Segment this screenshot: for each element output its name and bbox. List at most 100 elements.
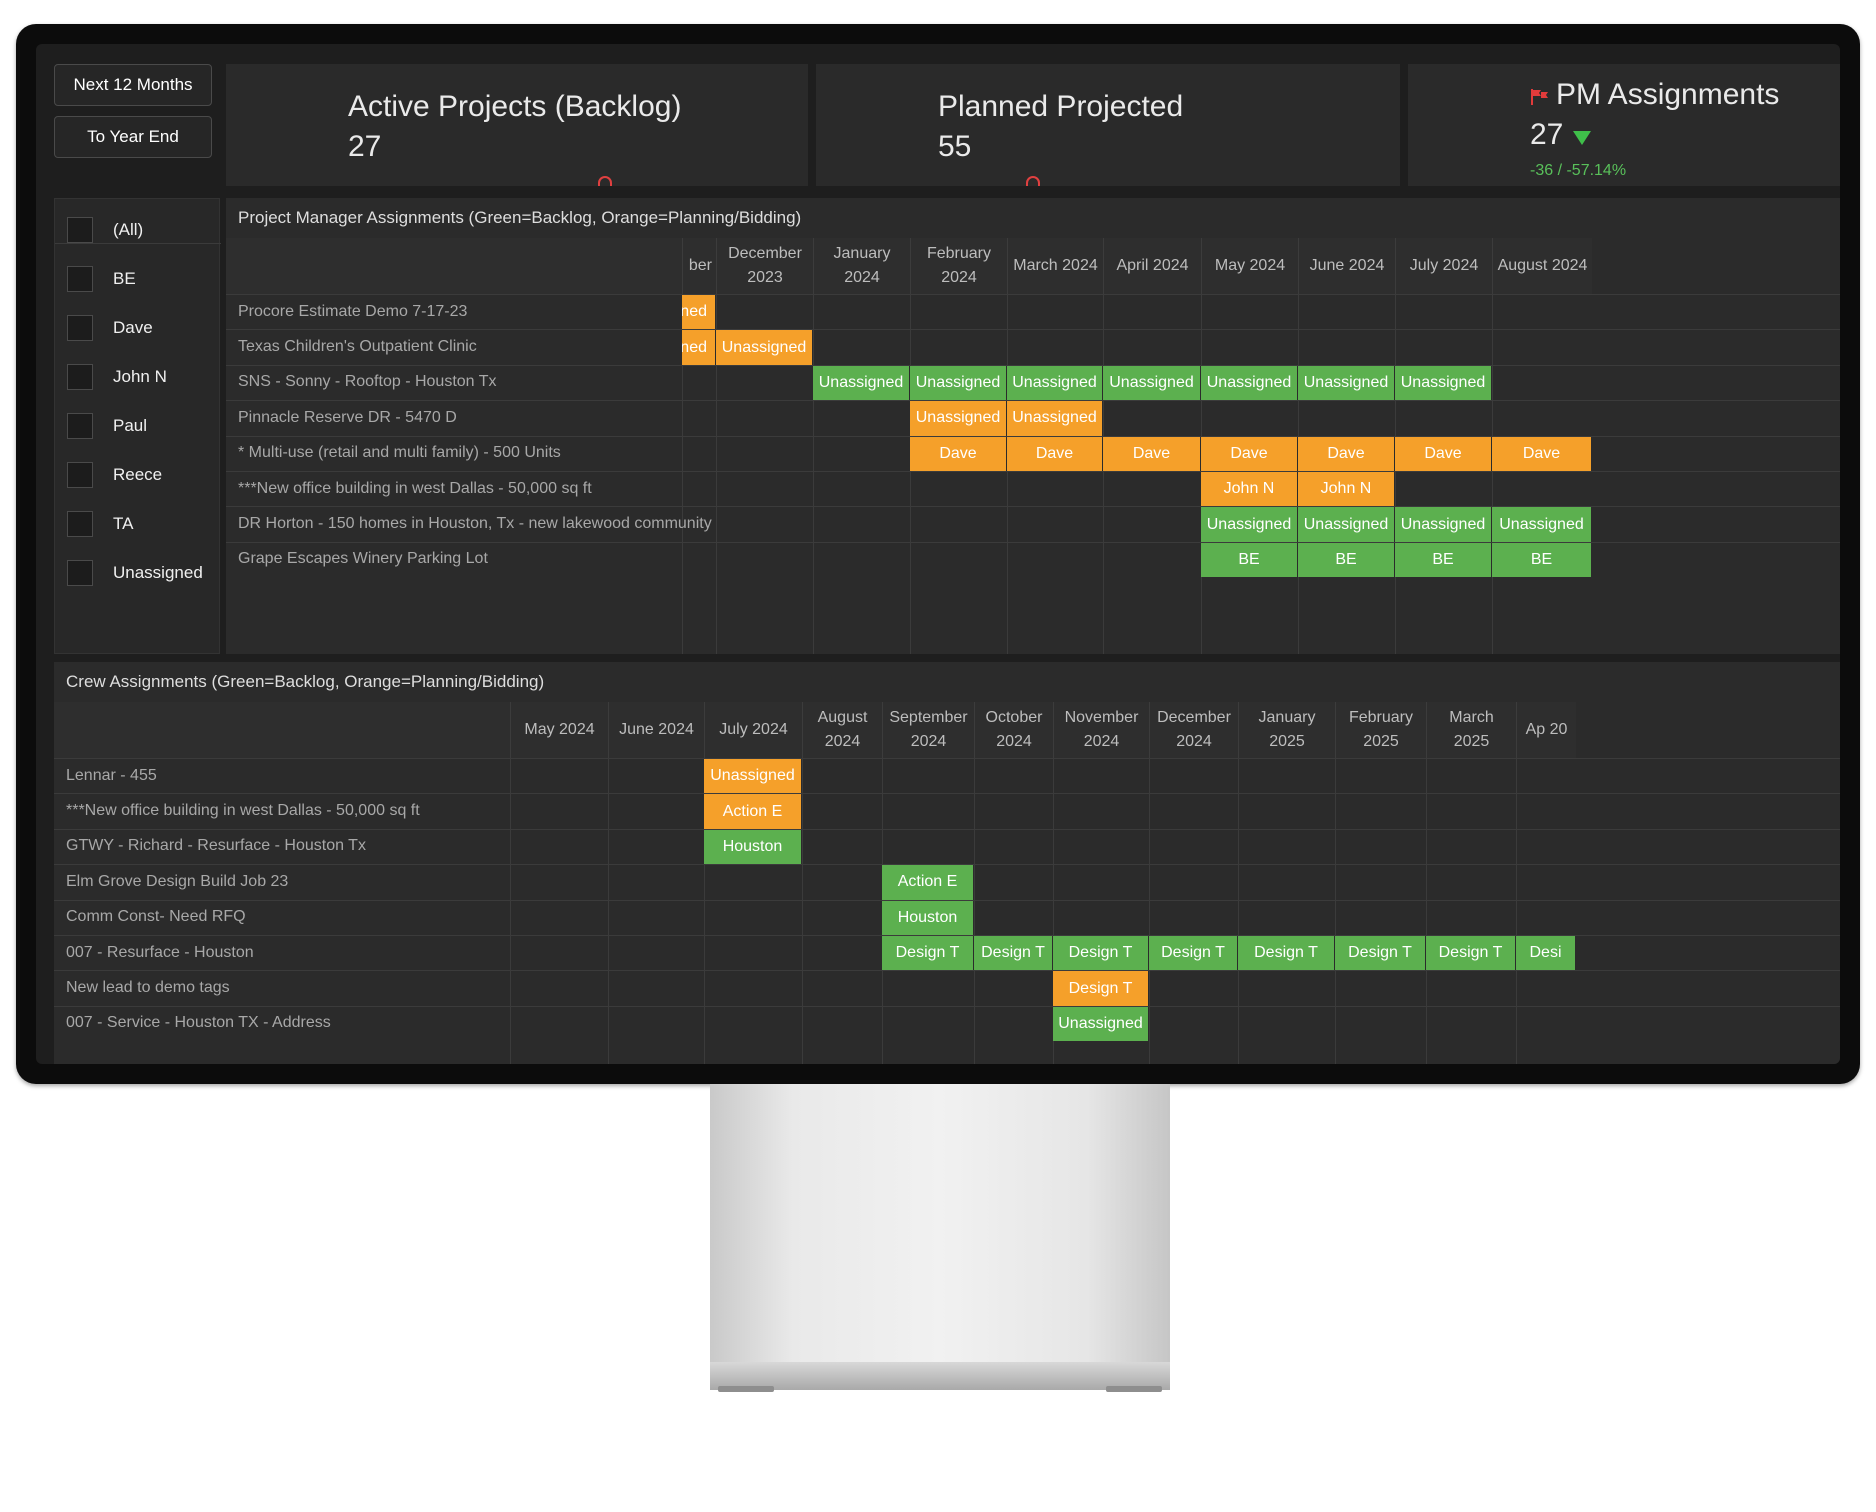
monitor-stand xyxy=(710,1084,1170,1370)
assignment-cell[interactable]: John N xyxy=(1298,472,1395,507)
month-header[interactable]: July 2024 xyxy=(1395,238,1492,294)
assignment-cell[interactable]: Unassigned xyxy=(1201,365,1298,401)
month-header[interactable]: May 2024 xyxy=(510,702,608,758)
assignment-cell[interactable]: Unassigned xyxy=(1492,507,1592,542)
assignment-cell[interactable]: BE xyxy=(1298,542,1395,578)
filter-item[interactable]: John N xyxy=(55,354,221,400)
assignment-cell[interactable]: Unassigned xyxy=(1298,365,1395,401)
filter-checkbox[interactable] xyxy=(67,266,93,292)
month-header[interactable]: August 2024 xyxy=(802,702,882,758)
gauge-marker-icon xyxy=(1026,176,1040,186)
month-header[interactable]: October 2024 xyxy=(974,702,1053,758)
month-header[interactable]: June 2024 xyxy=(608,702,704,758)
month-header[interactable]: January 2024 xyxy=(813,238,910,294)
assignment-cell[interactable]: John N xyxy=(1201,472,1298,507)
column-divider xyxy=(1335,758,1336,1064)
month-header[interactable]: March 2024 xyxy=(1007,238,1103,294)
crew-assignments-grid: Crew Assignments (Green=Backlog, Orange=… xyxy=(54,662,1840,1064)
kpi-title: Planned Projected xyxy=(938,90,1184,123)
assignment-cell[interactable]: Dave xyxy=(1201,436,1298,471)
month-header[interactable]: November 2024 xyxy=(1053,702,1149,758)
month-header[interactable]: June 2024 xyxy=(1298,238,1395,294)
assignment-cell[interactable]: Unassigned xyxy=(910,365,1007,401)
row-label: Texas Children's Outpatient Clinic xyxy=(238,338,477,356)
header-label-column xyxy=(54,702,510,758)
filter-checkbox[interactable] xyxy=(67,217,93,243)
month-header[interactable]: April 2024 xyxy=(1103,238,1201,294)
assignment-cell[interactable]: Unassigned xyxy=(910,401,1007,436)
assignment-cell[interactable]: Action E xyxy=(704,794,802,829)
next-12-months-button[interactable]: Next 12 Months xyxy=(54,64,212,106)
assignment-cell[interactable]: Unassigned xyxy=(1007,365,1103,401)
month-header[interactable]: December 2023 xyxy=(716,238,813,294)
assignment-cell[interactable]: Design T xyxy=(1426,936,1516,971)
stand-foot xyxy=(1106,1386,1162,1392)
column-divider xyxy=(1103,294,1104,654)
assignment-cell[interactable]: Unassigned xyxy=(1395,507,1492,542)
filter-item[interactable]: Dave xyxy=(55,305,221,351)
filter-item[interactable]: Unassigned xyxy=(55,550,221,596)
month-header[interactable]: January 2025 xyxy=(1238,702,1335,758)
filter-item[interactable]: BE xyxy=(55,256,221,302)
month-header[interactable]: August 2024 xyxy=(1492,238,1592,294)
kpi-value: 27 xyxy=(1530,118,1564,151)
month-header[interactable]: July 2024 xyxy=(704,702,802,758)
down-arrow-icon xyxy=(1573,131,1591,145)
filter-checkbox[interactable] xyxy=(67,462,93,488)
assignment-cell[interactable]: Dave xyxy=(910,436,1007,471)
month-header[interactable]: December 2024 xyxy=(1149,702,1238,758)
assignment-cell[interactable]: Dave xyxy=(1103,436,1201,471)
month-header[interactable]: Ap 20 xyxy=(1516,702,1576,758)
assignment-cell[interactable]: Design T xyxy=(1149,936,1238,971)
month-header[interactable]: ber xyxy=(682,238,716,294)
assignment-cell[interactable]: Dave xyxy=(1298,436,1395,471)
filter-checkbox[interactable] xyxy=(67,413,93,439)
column-divider xyxy=(1007,294,1008,654)
month-header[interactable]: February 2024 xyxy=(910,238,1007,294)
to-year-end-button[interactable]: To Year End xyxy=(54,116,212,158)
filter-item[interactable]: TA xyxy=(55,501,221,547)
assignment-cell[interactable]: Action E xyxy=(882,865,974,900)
filter-checkbox[interactable] xyxy=(67,364,93,390)
assignment-cell[interactable]: Design T xyxy=(882,936,974,971)
filter-item[interactable]: Reece xyxy=(55,452,221,498)
assignment-cell[interactable]: Unassigned xyxy=(704,759,802,794)
assignment-cell[interactable]: Unassigned xyxy=(1053,1006,1149,1042)
month-header[interactable]: February 2025 xyxy=(1335,702,1426,758)
assignment-cell[interactable]: Design T xyxy=(1238,936,1335,971)
assignment-cell[interactable]: Houston xyxy=(882,900,974,935)
assignment-cell[interactable]: BE xyxy=(1492,542,1592,578)
assignment-cell[interactable]: BE xyxy=(1395,542,1492,578)
assignment-cell[interactable]: Unassigned xyxy=(1201,507,1298,542)
assignment-cell[interactable]: Dave xyxy=(1492,436,1592,471)
column-divider xyxy=(1426,758,1427,1064)
month-header[interactable]: May 2024 xyxy=(1201,238,1298,294)
assignment-cell[interactable]: Unassigned xyxy=(716,330,813,365)
month-header[interactable]: March 2025 xyxy=(1426,702,1516,758)
assignment-cell[interactable]: Unassigned xyxy=(1007,401,1103,436)
assignment-cell[interactable]: ned xyxy=(682,330,716,365)
assignment-cell[interactable]: Unassigned xyxy=(1103,365,1201,401)
assignment-cell[interactable]: Design T xyxy=(974,936,1053,971)
assignment-cell[interactable]: Dave xyxy=(1007,436,1103,471)
filter-item[interactable]: (All) xyxy=(55,207,221,253)
flag-icon xyxy=(1531,89,1548,105)
assignment-cell[interactable]: Design T xyxy=(1053,971,1149,1006)
assignment-cell[interactable]: Desi xyxy=(1516,936,1576,971)
filter-checkbox[interactable] xyxy=(67,560,93,586)
filter-checkbox[interactable] xyxy=(67,315,93,341)
assignment-cell[interactable]: Unassigned xyxy=(813,365,910,401)
assignment-cell[interactable]: Unassigned xyxy=(1298,507,1395,542)
kpi-value: 27 xyxy=(348,130,382,163)
assignment-cell[interactable]: ned xyxy=(682,295,716,330)
assignment-cell[interactable]: Houston xyxy=(704,829,802,865)
filter-item[interactable]: Paul xyxy=(55,403,221,449)
row-label: New lead to demo tags xyxy=(66,979,230,997)
assignment-cell[interactable]: Design T xyxy=(1053,936,1149,971)
filter-checkbox[interactable] xyxy=(67,511,93,537)
assignment-cell[interactable]: Dave xyxy=(1395,436,1492,471)
assignment-cell[interactable]: BE xyxy=(1201,542,1298,578)
assignment-cell[interactable]: Unassigned xyxy=(1395,365,1492,401)
month-header[interactable]: September 2024 xyxy=(882,702,974,758)
assignment-cell[interactable]: Design T xyxy=(1335,936,1426,971)
